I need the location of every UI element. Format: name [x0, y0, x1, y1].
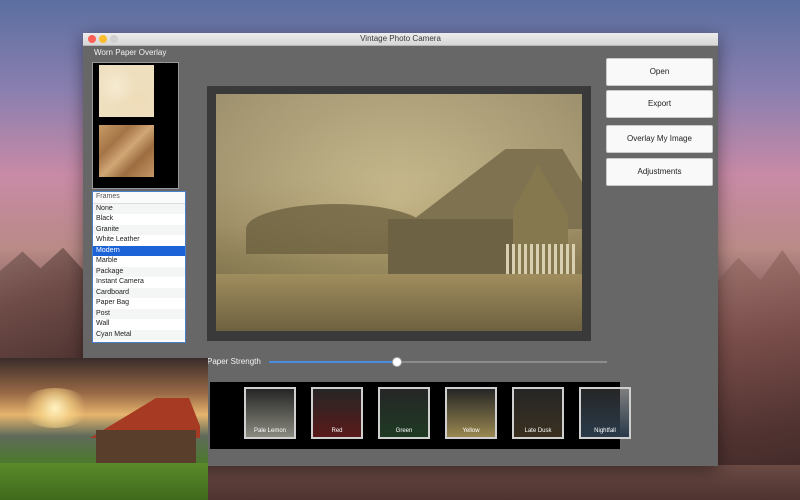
- frame-item[interactable]: Paper Bag: [93, 298, 185, 309]
- frame-item[interactable]: None: [93, 203, 185, 214]
- frame-item[interactable]: Post: [93, 308, 185, 319]
- filter-label: Pale Lemon: [253, 428, 287, 434]
- slider-fill: [269, 361, 398, 363]
- frame-item[interactable]: White Leather: [93, 235, 185, 246]
- title-bar: Vintage Photo Camera: [83, 33, 718, 46]
- frame-item[interactable]: Modern: [93, 245, 185, 256]
- frames-list[interactable]: Frames None Black Granite White Leather Mode…: [92, 191, 186, 343]
- frame-item[interactable]: Black: [93, 214, 185, 225]
- filter-label: Green: [395, 428, 413, 434]
- overlay-thumbnail-light[interactable]: [99, 65, 154, 117]
- filter-label: Nightfall: [594, 428, 616, 434]
- overlay-section-title: Worn Paper Overlay: [94, 48, 167, 57]
- photo-fence: [506, 244, 576, 274]
- slider-knob[interactable]: [392, 357, 403, 367]
- frame-item[interactable]: Cardboard: [93, 287, 185, 298]
- adjustments-button[interactable]: Adjustments: [606, 158, 713, 186]
- frames-list-header: Frames: [93, 192, 185, 204]
- frame-item[interactable]: Package: [93, 266, 185, 277]
- filter-label: Red: [331, 428, 343, 434]
- frame-item[interactable]: Wall: [93, 319, 185, 330]
- filter-thumbnail[interactable]: Green: [378, 387, 430, 439]
- original-photo-preview: [0, 358, 208, 500]
- photo-barn-wall: [388, 219, 513, 279]
- mountain-right: [712, 250, 800, 500]
- window-title: Vintage Photo Camera: [360, 34, 441, 43]
- filter-label: Late Dusk: [524, 428, 552, 434]
- filter-label: Yellow: [462, 428, 480, 434]
- preview-grass: [0, 463, 208, 500]
- vintage-photo: [216, 94, 582, 331]
- frame-item[interactable]: Instant Camera: [93, 277, 185, 288]
- frame-item[interactable]: Marble: [93, 256, 185, 267]
- paper-strength-label: Paper Strength: [207, 357, 261, 366]
- photo-field: [216, 274, 582, 331]
- filter-thumbnail[interactable]: Yellow: [445, 387, 497, 439]
- mountain-left: [0, 247, 90, 375]
- overlay-thumbnail-crumpled[interactable]: [99, 125, 154, 177]
- filter-strip: Pale Lemon Red Green Yellow Late Dusk Nightfa…: [210, 382, 631, 449]
- overlay-thumbnails: [92, 62, 179, 189]
- overlay-my-image-button[interactable]: Overlay My Image: [606, 125, 713, 153]
- open-button[interactable]: Open: [606, 58, 713, 86]
- export-button[interactable]: Export: [606, 90, 713, 118]
- frame-item[interactable]: Cyan Metal: [93, 329, 185, 340]
- paper-strength-slider[interactable]: [269, 357, 607, 367]
- filter-thumbnail[interactable]: Pale Lemon: [244, 387, 296, 439]
- frame-item[interactable]: Granite: [93, 224, 185, 235]
- filter-thumbnail[interactable]: Late Dusk: [512, 387, 564, 439]
- filter-thumbnail[interactable]: Nightfall: [579, 387, 631, 439]
- filter-thumbnail[interactable]: Red: [311, 387, 363, 439]
- photo-frame: [207, 86, 591, 341]
- preview-sun: [20, 388, 90, 428]
- desktop-ground: [200, 465, 800, 500]
